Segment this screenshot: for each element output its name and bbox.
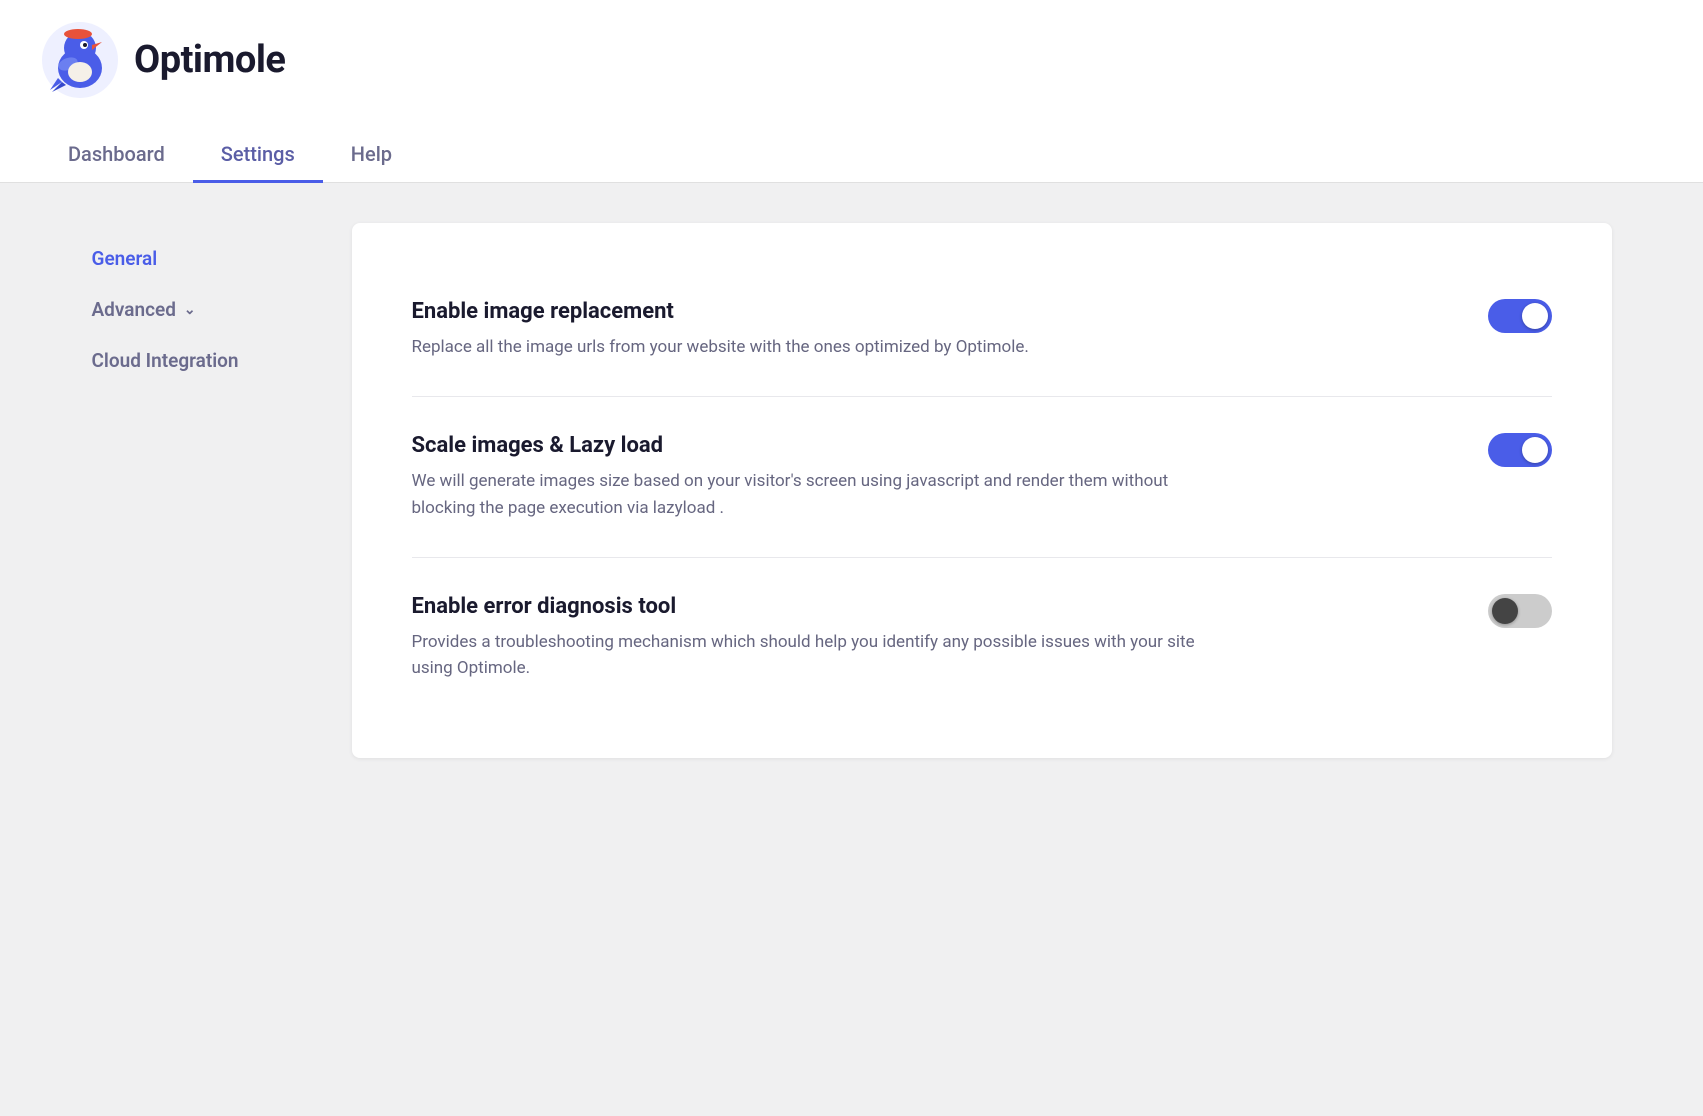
setting-row-error-diagnosis: Enable error diagnosis tool Provides a t… (412, 558, 1552, 718)
optimole-logo-icon (40, 20, 120, 100)
setting-info-error-diagnosis: Enable error diagnosis tool Provides a t… (412, 594, 1488, 682)
sidebar-item-advanced[interactable]: Advanced ⌄ (92, 284, 352, 335)
main-content: Enable image replacement Replace all the… (352, 223, 1612, 758)
tab-help[interactable]: Help (323, 128, 420, 183)
sidebar-item-cloud-integration[interactable]: Cloud Integration (92, 335, 352, 386)
top-bar: Optimole Dashboard Settings Help (0, 0, 1703, 183)
setting-info-image-replacement: Enable image replacement Replace all the… (412, 299, 1488, 360)
setting-title-error-diagnosis: Enable error diagnosis tool (412, 594, 1408, 619)
sidebar-label-general: General (92, 247, 158, 270)
setting-row-scale-lazy-load: Scale images & Lazy load We will generat… (412, 397, 1552, 558)
toggle-image-replacement[interactable] (1488, 299, 1552, 333)
setting-row-image-replacement: Enable image replacement Replace all the… (412, 263, 1552, 397)
setting-description-scale-lazy-load: We will generate images size based on yo… (412, 468, 1232, 521)
toggle-track-image-replacement (1488, 299, 1552, 333)
app-name: Optimole (134, 38, 285, 82)
content-area: General Advanced ⌄ Cloud Integration Ena… (52, 183, 1652, 798)
setting-description-error-diagnosis: Provides a troubleshooting mechanism whi… (412, 629, 1232, 682)
sidebar-item-general[interactable]: General (92, 233, 352, 284)
toggle-thumb-image-replacement (1522, 303, 1548, 329)
setting-title-scale-lazy-load: Scale images & Lazy load (412, 433, 1408, 458)
logo-area: Optimole (40, 20, 1663, 100)
nav-tabs: Dashboard Settings Help (40, 128, 1663, 182)
sidebar: General Advanced ⌄ Cloud Integration (92, 223, 352, 758)
toggle-scale-lazy-load[interactable] (1488, 433, 1552, 467)
sidebar-label-cloud-integration: Cloud Integration (92, 349, 239, 372)
setting-info-scale-lazy-load: Scale images & Lazy load We will generat… (412, 433, 1488, 521)
setting-title-image-replacement: Enable image replacement (412, 299, 1408, 324)
sidebar-label-advanced: Advanced (92, 298, 176, 321)
setting-description-image-replacement: Replace all the image urls from your web… (412, 334, 1232, 360)
toggle-thumb-error-diagnosis (1492, 598, 1518, 624)
tab-dashboard[interactable]: Dashboard (40, 128, 193, 183)
tab-settings[interactable]: Settings (193, 128, 323, 183)
toggle-error-diagnosis[interactable] (1488, 594, 1552, 628)
chevron-down-icon: ⌄ (184, 302, 196, 318)
toggle-thumb-scale-lazy-load (1522, 437, 1548, 463)
toggle-track-error-diagnosis (1488, 594, 1552, 628)
toggle-track-scale-lazy-load (1488, 433, 1552, 467)
